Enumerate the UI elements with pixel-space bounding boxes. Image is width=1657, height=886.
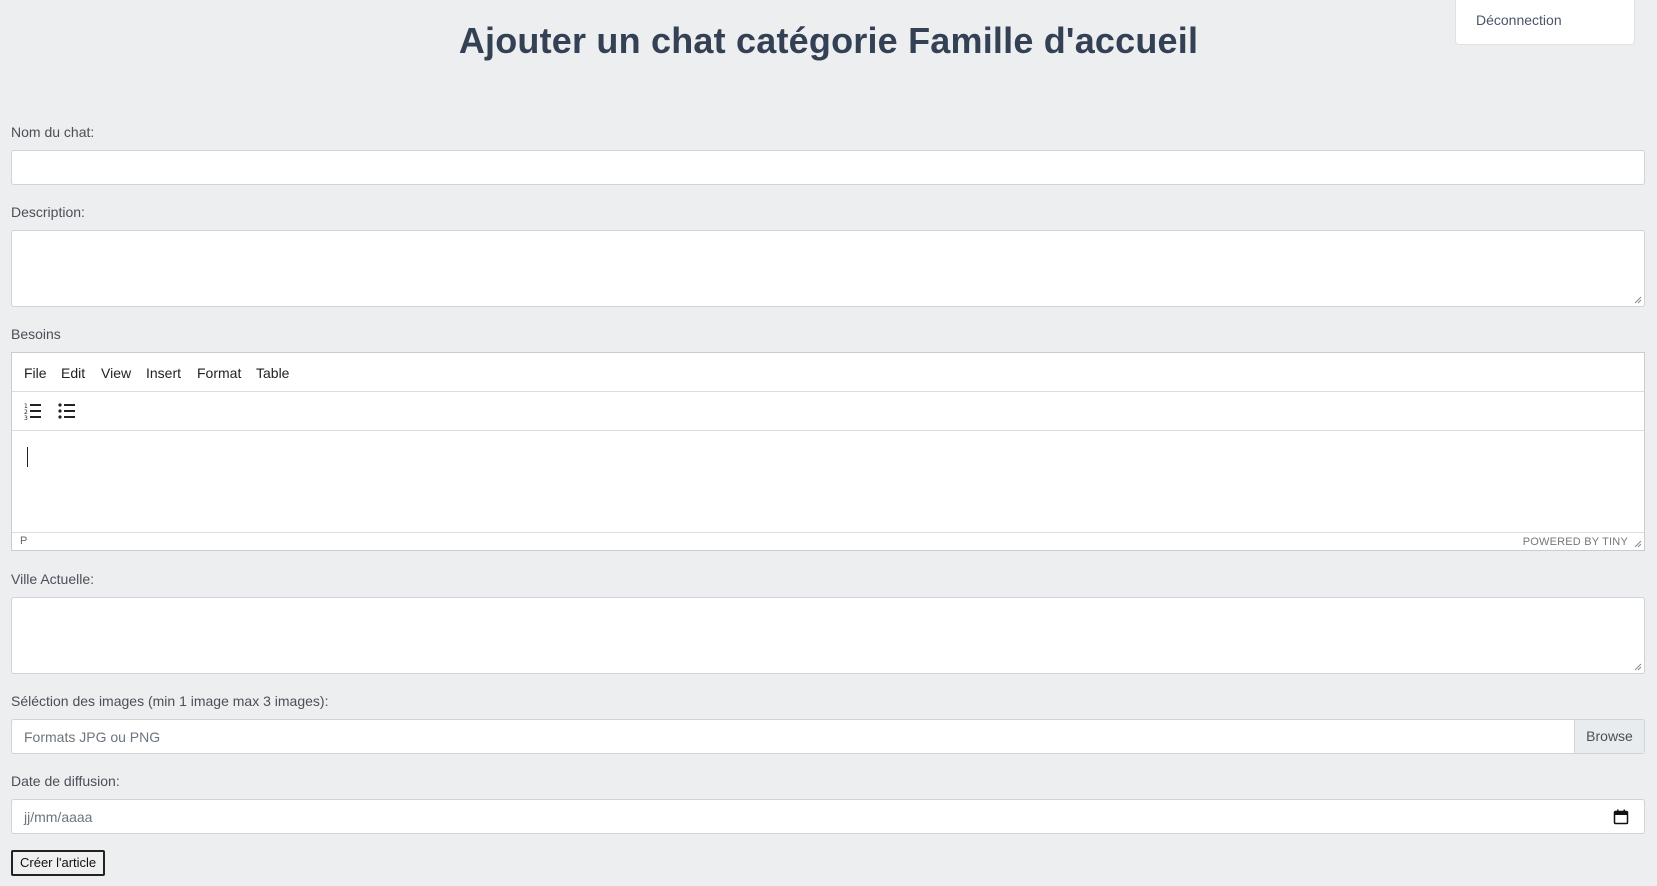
menu-file[interactable]: File — [24, 365, 47, 381]
text-caret — [27, 447, 28, 467]
images-label: Séléction des images (min 1 image max 3 … — [11, 693, 329, 709]
editor-resize-icon[interactable] — [1634, 540, 1642, 548]
menu-format[interactable]: Format — [197, 365, 241, 381]
powered-by-tiny-link[interactable]: POWERED BY TINY — [1523, 536, 1628, 548]
image-file-input[interactable]: Formats JPG ou PNG Browse — [11, 719, 1645, 754]
resize-grip-icon[interactable] — [1634, 296, 1642, 304]
ville-textarea[interactable] — [11, 597, 1645, 674]
rich-text-editor: File Edit View Insert Format Table 1 2 3… — [11, 352, 1645, 551]
besoins-label: Besoins — [11, 326, 61, 342]
file-placeholder: Formats JPG ou PNG — [24, 729, 161, 745]
editor-statusbar: P POWERED BY TINY — [12, 532, 1644, 550]
editor-menubar: File Edit View Insert Format Table — [12, 353, 1644, 392]
svg-text:3: 3 — [24, 415, 28, 422]
menu-insert[interactable]: Insert — [146, 365, 181, 381]
cat-name-input[interactable] — [11, 150, 1645, 185]
numbered-list-icon[interactable]: 1 2 3 — [22, 400, 44, 422]
browse-button[interactable]: Browse — [1574, 720, 1644, 753]
date-input[interactable]: jj/mm/aaaa — [11, 799, 1645, 834]
menu-view[interactable]: View — [101, 365, 131, 381]
description-label: Description: — [11, 204, 85, 220]
date-placeholder: jj/mm/aaaa — [24, 809, 93, 825]
element-path[interactable]: P — [20, 535, 27, 547]
editor-toolbar: 1 2 3 — [12, 392, 1644, 431]
page-title: Ajouter un chat catégorie Famille d'accu… — [458, 20, 1199, 61]
description-textarea[interactable] — [11, 230, 1645, 307]
calendar-icon[interactable] — [1613, 809, 1629, 825]
date-label: Date de diffusion: — [11, 773, 120, 789]
ville-label: Ville Actuelle: — [11, 571, 95, 587]
editor-content-area[interactable] — [12, 431, 1644, 533]
create-article-button[interactable]: Créer l'article — [11, 850, 106, 876]
name-label: Nom du chat: — [11, 124, 95, 140]
menu-table[interactable]: Table — [256, 365, 289, 381]
bullet-list-icon[interactable] — [56, 400, 78, 422]
resize-grip-icon[interactable] — [1634, 663, 1642, 671]
menu-edit[interactable]: Edit — [61, 365, 85, 381]
